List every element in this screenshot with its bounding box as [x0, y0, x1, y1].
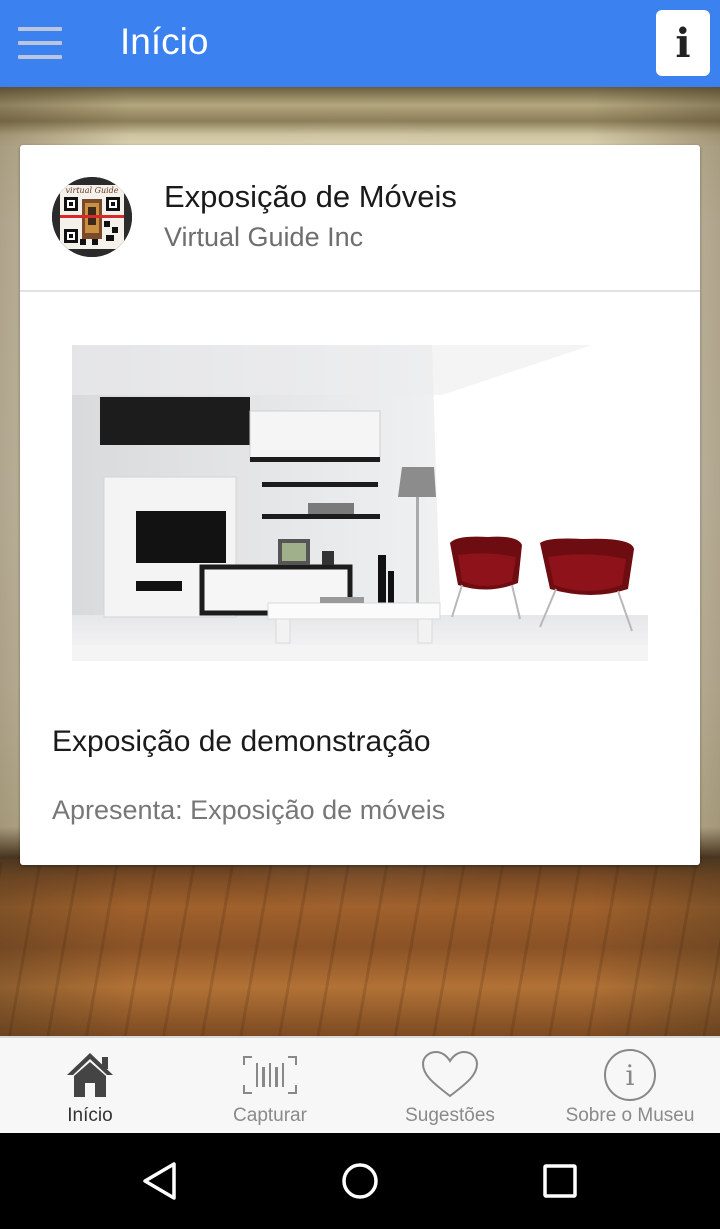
bottom-navigation: Início Capturar Sugestões i Sobre o Muse…: [0, 1036, 720, 1133]
page-title: Início: [120, 21, 209, 62]
qr-code-logo-icon: virtual Guide: [52, 177, 132, 257]
card-title: Exposição de Móveis: [164, 179, 457, 214]
app-bar: Início i: [0, 0, 720, 87]
heart-icon: [420, 1048, 480, 1102]
nav-label-capturar: Capturar: [233, 1105, 307, 1126]
nav-item-inicio[interactable]: Início: [0, 1038, 180, 1133]
svg-text:virtual Guide: virtual Guide: [65, 186, 118, 195]
back-triangle-icon[interactable]: [140, 1161, 180, 1201]
nav-label-sobre-o-museu: Sobre o Museu: [565, 1105, 695, 1126]
nav-item-sugestoes[interactable]: Sugestões: [360, 1038, 540, 1133]
info-circle-icon: i: [600, 1048, 660, 1102]
home-icon: [60, 1048, 120, 1102]
svg-text:i: i: [626, 1059, 635, 1092]
nav-label-inicio: Início: [67, 1105, 113, 1126]
barcode-icon: [240, 1048, 300, 1102]
exhibition-card[interactable]: virtual Guide Exposição de Móveis Virtua…: [20, 145, 700, 865]
menu-icon[interactable]: [18, 27, 62, 59]
exhibition-description: Apresenta: Exposição de móveis: [52, 795, 446, 825]
nav-label-sugestoes: Sugestões: [405, 1105, 495, 1126]
recents-square-icon[interactable]: [540, 1161, 580, 1201]
exhibition-heading: Exposição de demonstração: [52, 725, 431, 758]
card-header: virtual Guide Exposição de Móveis Virtua…: [20, 145, 700, 292]
system-navigation-bar: [0, 1133, 720, 1229]
info-button[interactable]: i: [656, 10, 710, 76]
card-subtitle: Virtual Guide Inc: [164, 222, 364, 252]
living-room-photo[interactable]: [72, 345, 648, 661]
home-circle-icon[interactable]: [340, 1161, 380, 1201]
nav-item-capturar[interactable]: Capturar: [180, 1038, 360, 1133]
nav-item-sobre-o-museu[interactable]: i Sobre o Museu: [540, 1038, 720, 1133]
